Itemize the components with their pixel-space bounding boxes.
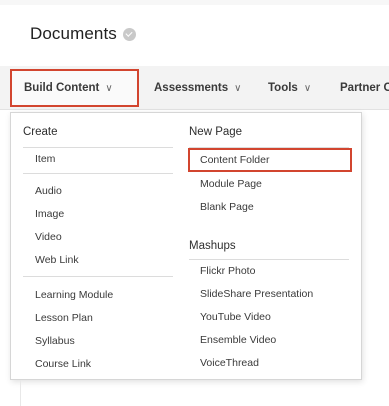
divider <box>23 173 173 174</box>
chevron-down-icon: ∨ <box>303 82 312 94</box>
page-header: Documents <box>30 24 136 44</box>
menu-item-image[interactable]: Image <box>35 208 64 220</box>
create-heading: Create <box>23 126 58 138</box>
menu-item-lesson-plan[interactable]: Lesson Plan <box>35 312 93 324</box>
menu-item-video[interactable]: Video <box>35 231 62 243</box>
build-content-label: Build Content <box>24 82 100 94</box>
menu-item-audio[interactable]: Audio <box>35 185 62 197</box>
menu-item-content-folder[interactable]: Content Folder <box>200 154 269 166</box>
menu-item-course-link[interactable]: Course Link <box>35 358 91 370</box>
partner-content-label: Partner C <box>340 82 389 94</box>
menu-item-flickr-photo[interactable]: Flickr Photo <box>200 265 255 277</box>
menu-item-voicethread[interactable]: VoiceThread <box>200 357 259 369</box>
assessments-button[interactable]: Assessments ∨ <box>154 66 241 110</box>
check-circle-icon[interactable] <box>122 27 136 41</box>
top-edge <box>0 0 389 5</box>
page: Documents Build Content ∨ Assessments ∨ … <box>0 0 389 406</box>
divider <box>23 147 173 148</box>
menu-item-module-page[interactable]: Module Page <box>200 178 262 190</box>
menu-item-blank-page[interactable]: Blank Page <box>200 201 254 213</box>
tools-label: Tools <box>268 82 298 94</box>
partner-content-button[interactable]: Partner C <box>340 66 389 110</box>
menu-item-learning-module[interactable]: Learning Module <box>35 289 113 301</box>
menu-item-syllabus[interactable]: Syllabus <box>35 335 75 347</box>
tools-button[interactable]: Tools ∨ <box>268 66 311 110</box>
build-content-menu: Create Item Audio Image Video Web Link L… <box>10 112 362 380</box>
assessments-label: Assessments <box>154 82 229 94</box>
divider <box>23 276 173 277</box>
menu-item-item[interactable]: Item <box>35 153 55 165</box>
menu-item-slideshare-presentation[interactable]: SlideShare Presentation <box>200 288 313 300</box>
divider <box>189 259 349 260</box>
content-toolbar: Build Content ∨ Assessments ∨ Tools ∨ Pa… <box>0 66 389 110</box>
menu-item-ensemble-video[interactable]: Ensemble Video <box>200 334 276 346</box>
build-content-button[interactable]: Build Content ∨ <box>10 69 139 107</box>
menu-item-youtube-video[interactable]: YouTube Video <box>200 311 271 323</box>
mashups-heading: Mashups <box>189 240 236 252</box>
content-edge <box>20 380 21 406</box>
chevron-down-icon: ∨ <box>234 82 242 94</box>
menu-item-web-link[interactable]: Web Link <box>35 254 79 266</box>
new-page-heading: New Page <box>189 126 243 138</box>
page-title: Documents <box>30 24 117 43</box>
chevron-down-icon: ∨ <box>105 82 113 94</box>
